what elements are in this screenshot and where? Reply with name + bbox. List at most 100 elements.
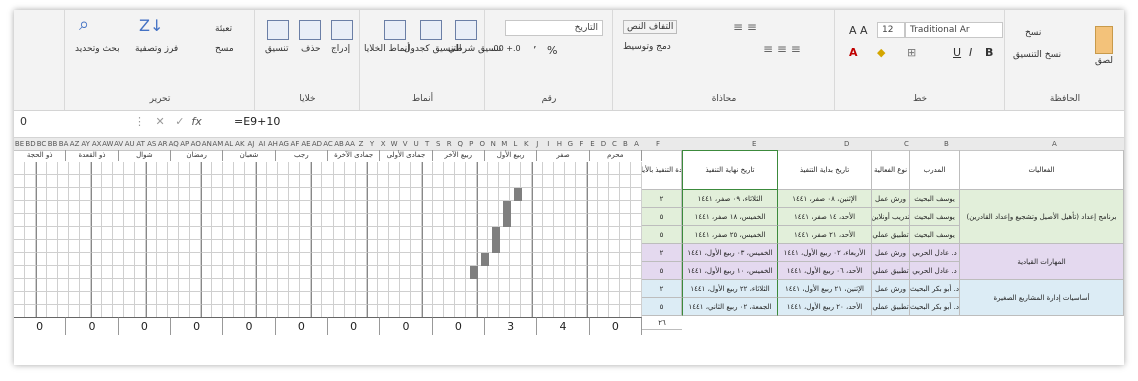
gantt-cell[interactable]: [619, 292, 631, 305]
gantt-cell[interactable]: [168, 188, 180, 201]
column-letter[interactable]: AT: [135, 138, 146, 150]
gantt-cell[interactable]: [564, 214, 576, 227]
format-table-icon[interactable]: [420, 20, 442, 40]
gantt-cell[interactable]: [322, 201, 334, 214]
gantt-cell[interactable]: [245, 253, 257, 266]
gantt-cell[interactable]: [509, 162, 521, 175]
table-cell-end[interactable]: الخميس، ٢٥ صفر، ١٤٤١: [682, 226, 778, 244]
gantt-cell[interactable]: [553, 240, 565, 253]
gantt-cell[interactable]: [443, 214, 455, 227]
gantt-cell[interactable]: [333, 162, 345, 175]
gantt-cell[interactable]: [289, 214, 301, 227]
gantt-cell[interactable]: [113, 214, 125, 227]
gantt-cell[interactable]: [399, 279, 411, 292]
gantt-cell[interactable]: [333, 201, 345, 214]
gantt-cell[interactable]: [47, 240, 59, 253]
gantt-cell[interactable]: [575, 227, 587, 240]
gantt-cell[interactable]: [399, 253, 411, 266]
gantt-cell[interactable]: [256, 227, 268, 240]
column-letter[interactable]: U: [411, 138, 422, 150]
gantt-cell[interactable]: [223, 292, 235, 305]
gantt-cell[interactable]: [498, 175, 510, 188]
gantt-cell[interactable]: [289, 240, 301, 253]
gantt-cell[interactable]: [212, 214, 224, 227]
fill-color-icon[interactable]: ◆: [877, 46, 885, 59]
gantt-cell[interactable]: [179, 253, 191, 266]
gantt-cell[interactable]: [630, 292, 642, 305]
gantt-cell[interactable]: [487, 162, 499, 175]
gantt-cell[interactable]: [355, 240, 367, 253]
gantt-cell[interactable]: [432, 279, 444, 292]
gantt-cell[interactable]: [410, 227, 422, 240]
gantt-cell[interactable]: [47, 253, 59, 266]
gantt-cell[interactable]: [267, 162, 279, 175]
gantt-cell[interactable]: [608, 227, 620, 240]
gantt-cell[interactable]: [476, 279, 488, 292]
paste-button[interactable]: لصق: [1095, 56, 1113, 66]
gantt-cell[interactable]: [597, 279, 609, 292]
table-cell-end[interactable]: الخميس، ١٠ ربيع الأول، ١٤٤١: [682, 262, 778, 280]
gantt-cell[interactable]: [201, 292, 213, 305]
table-cell-trainer[interactable]: يوسف البحيث: [910, 190, 960, 208]
gantt-cell[interactable]: [476, 292, 488, 305]
gantt-cell[interactable]: [69, 266, 81, 279]
gantt-cell[interactable]: [333, 227, 345, 240]
table-cell-type[interactable]: تطبيق عملي: [872, 226, 910, 244]
column-letter[interactable]: AJ: [245, 138, 256, 150]
gantt-cell[interactable]: [201, 188, 213, 201]
spreadsheet-grid[interactable]: A B C D E F G H I J K L M N O P Q R S T U V W X Y Z AA AB AC AD AE AF AG…: [14, 138, 1124, 365]
gantt-cell[interactable]: [586, 162, 598, 175]
gantt-cell[interactable]: [608, 162, 620, 175]
gantt-cell[interactable]: [575, 175, 587, 188]
gantt-cell[interactable]: [168, 175, 180, 188]
gantt-cell[interactable]: [630, 214, 642, 227]
gantt-cell[interactable]: [146, 214, 158, 227]
name-box[interactable]: 0: [20, 115, 80, 132]
gantt-cell[interactable]: [157, 266, 169, 279]
gantt-cell[interactable]: [102, 175, 114, 188]
table-cell-days[interactable]: ٢: [642, 244, 682, 262]
column-letter[interactable]: S: [433, 138, 444, 150]
gantt-cell[interactable]: [608, 292, 620, 305]
gantt-cell[interactable]: [597, 292, 609, 305]
gantt-cell[interactable]: [135, 266, 147, 279]
gantt-cell[interactable]: [80, 227, 92, 240]
gantt-cell[interactable]: [399, 162, 411, 175]
gantt-cell[interactable]: [355, 253, 367, 266]
gantt-cell[interactable]: [377, 162, 389, 175]
column-letter[interactable]: AS: [146, 138, 157, 150]
gantt-cell[interactable]: [201, 253, 213, 266]
gantt-cell[interactable]: [278, 162, 290, 175]
gantt-cell[interactable]: [234, 201, 246, 214]
gantt-cell[interactable]: [25, 201, 37, 214]
gantt-cell[interactable]: [157, 214, 169, 227]
gantt-cell[interactable]: [476, 162, 488, 175]
sort-filter-button[interactable]: فرز وتصفية: [135, 44, 178, 54]
gantt-cell[interactable]: [597, 253, 609, 266]
gantt-cell[interactable]: [564, 279, 576, 292]
gantt-cell[interactable]: [619, 175, 631, 188]
gantt-cell[interactable]: [531, 162, 543, 175]
column-letter[interactable]: AO: [190, 138, 201, 150]
gantt-cell[interactable]: [355, 266, 367, 279]
gantt-cell[interactable]: [179, 292, 191, 305]
gantt-cell[interactable]: [146, 188, 158, 201]
font-name-box[interactable]: Traditional Ar: [905, 22, 1003, 38]
gantt-cell[interactable]: [410, 279, 422, 292]
month-total[interactable]: 4: [537, 317, 590, 335]
gantt-cell[interactable]: [564, 162, 576, 175]
gantt-cell[interactable]: [267, 201, 279, 214]
gantt-cell[interactable]: [278, 201, 290, 214]
gantt-cell[interactable]: [311, 253, 323, 266]
gantt-cell[interactable]: [542, 188, 554, 201]
gantt-cell[interactable]: [69, 279, 81, 292]
gantt-cell[interactable]: [443, 162, 455, 175]
gantt-cell[interactable]: [564, 266, 576, 279]
gantt-cell[interactable]: [311, 279, 323, 292]
gantt-cell[interactable]: [553, 188, 565, 201]
gantt-cell[interactable]: [498, 279, 510, 292]
gantt-cell[interactable]: [300, 227, 312, 240]
gantt-cell[interactable]: [168, 253, 180, 266]
gantt-cell[interactable]: [421, 162, 433, 175]
table-cell-trainer[interactable]: د. أبو بكر البحيث: [910, 280, 960, 298]
